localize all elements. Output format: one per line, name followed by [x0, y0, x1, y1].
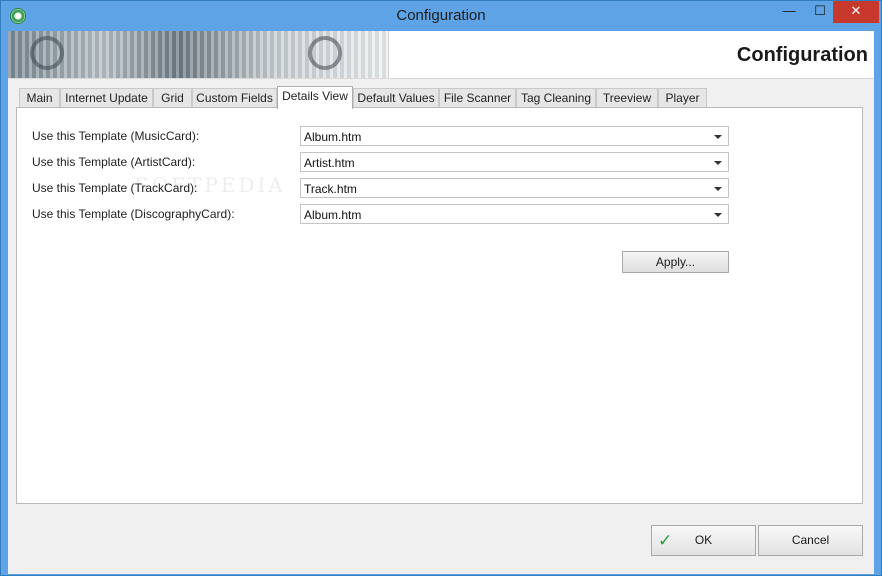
- trackcard-template-select[interactable]: Track.htm: [300, 178, 729, 198]
- banner-divider: [388, 31, 389, 78]
- close-icon[interactable]: ✕: [833, 1, 879, 23]
- tab-grid[interactable]: Grid: [153, 88, 192, 108]
- artistcard-template-select[interactable]: Artist.htm: [300, 152, 729, 172]
- tab-player[interactable]: Player: [658, 88, 707, 108]
- film-reel-icon: [308, 36, 342, 70]
- banner-image: [8, 31, 388, 78]
- musiccard-template-value: Album.htm: [304, 130, 362, 144]
- tab-details-view[interactable]: Details View: [277, 86, 353, 109]
- tab-tag-cleaning[interactable]: Tag Cleaning: [516, 88, 596, 108]
- trackcard-template-value: Track.htm: [304, 182, 357, 196]
- ok-button[interactable]: ✓ OK: [651, 525, 756, 556]
- dropdown-arrow-icon[interactable]: [714, 213, 722, 217]
- tab-custom-fields[interactable]: Custom Fields: [192, 88, 277, 108]
- minimize-icon[interactable]: —: [774, 1, 804, 23]
- tab-main[interactable]: Main: [19, 88, 60, 108]
- tab-internet-update[interactable]: Internet Update: [60, 88, 153, 108]
- header-banner: Configuration: [8, 31, 874, 79]
- tab-treeview[interactable]: Treeview: [596, 88, 658, 108]
- tab-default-values[interactable]: Default Values: [353, 88, 439, 108]
- title-bar[interactable]: Configuration — ☐ ✕: [1, 1, 881, 31]
- ok-button-label: OK: [694, 533, 713, 547]
- dropdown-arrow-icon[interactable]: [714, 187, 722, 191]
- window-title: Configuration: [396, 7, 486, 24]
- artistcard-template-label: Use this Template (ArtistCard):: [32, 155, 196, 169]
- details-view-panel: Use this Template (MusicCard): Album.htm…: [16, 107, 863, 504]
- film-reel-icon: [30, 36, 64, 70]
- cancel-button[interactable]: Cancel: [758, 525, 863, 556]
- discographycard-template-value: Album.htm: [304, 208, 362, 222]
- dialog-content: Configuration Main Internet Update Grid …: [8, 31, 874, 574]
- checkmark-icon: ✓: [658, 531, 673, 551]
- trackcard-template-label: Use this Template (TrackCard):: [32, 181, 198, 195]
- musiccard-template-select[interactable]: Album.htm: [300, 126, 729, 146]
- apply-button[interactable]: Apply...: [622, 251, 729, 273]
- dropdown-arrow-icon[interactable]: [714, 161, 722, 165]
- maximize-icon[interactable]: ☐: [807, 1, 833, 23]
- tab-file-scanner[interactable]: File Scanner: [439, 88, 516, 108]
- discographycard-template-select[interactable]: Album.htm: [300, 204, 729, 224]
- dropdown-arrow-icon[interactable]: [714, 135, 722, 139]
- discographycard-template-label: Use this Template (DiscographyCard):: [32, 207, 235, 221]
- artistcard-template-value: Artist.htm: [304, 156, 355, 170]
- configuration-window: Configuration — ☐ ✕ Configuration Main I…: [0, 0, 882, 576]
- musiccard-template-label: Use this Template (MusicCard):: [32, 129, 200, 143]
- page-title: Configuration: [736, 44, 868, 66]
